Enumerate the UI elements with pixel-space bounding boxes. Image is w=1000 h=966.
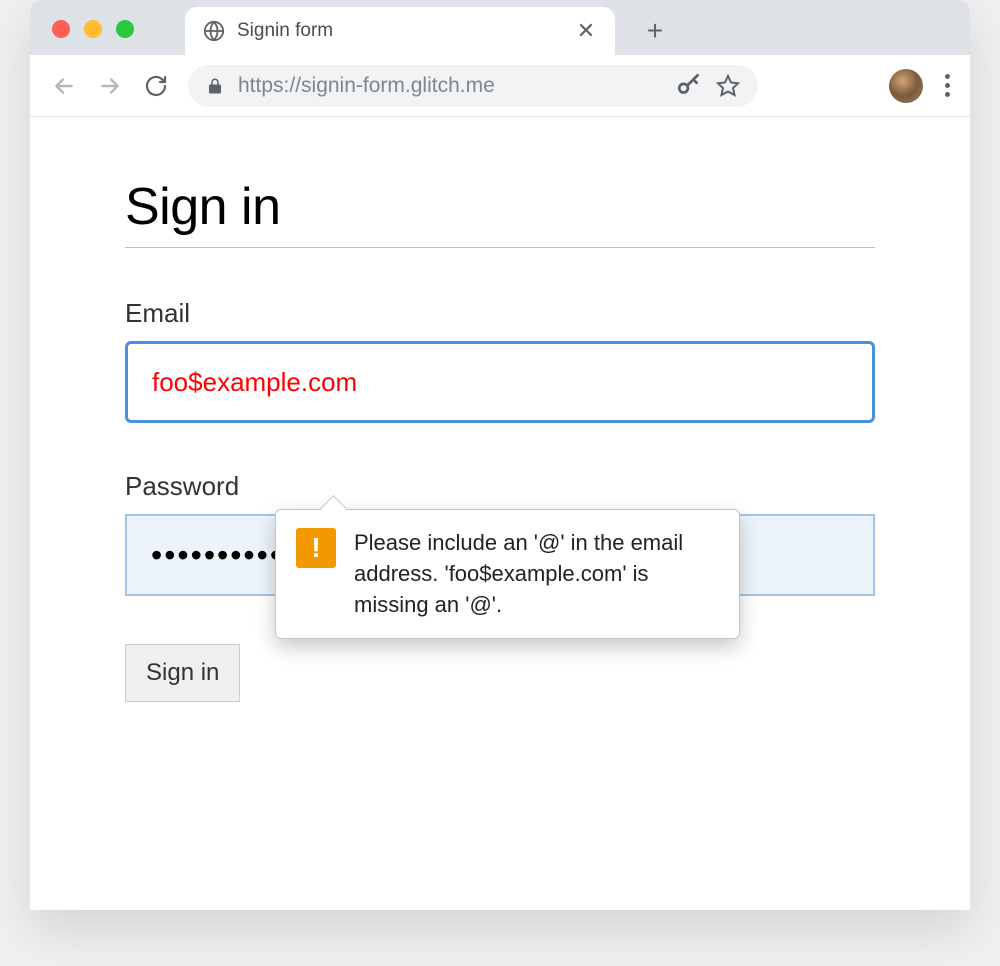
back-button[interactable] bbox=[50, 72, 78, 100]
lock-icon bbox=[206, 77, 224, 95]
reload-button[interactable] bbox=[142, 72, 170, 100]
tooltip-message: Please include an '@' in the email addre… bbox=[354, 528, 719, 620]
window-maximize-button[interactable] bbox=[116, 20, 134, 38]
browser-window: Signin form ✕ + https://signin-form.glit… bbox=[30, 0, 970, 910]
key-icon[interactable] bbox=[676, 73, 702, 99]
password-label: Password bbox=[125, 471, 875, 502]
tab-strip: Signin form ✕ + bbox=[30, 0, 970, 55]
window-minimize-button[interactable] bbox=[84, 20, 102, 38]
url-text: https://signin-form.glitch.me bbox=[238, 74, 662, 98]
window-close-button[interactable] bbox=[52, 20, 70, 38]
toolbar-right bbox=[889, 69, 950, 103]
page-content: Sign in Email Password Sign in bbox=[30, 117, 970, 762]
validation-tooltip: ! Please include an '@' in the email add… bbox=[275, 509, 740, 639]
avatar[interactable] bbox=[889, 69, 923, 103]
signin-button[interactable]: Sign in bbox=[125, 644, 240, 702]
email-label: Email bbox=[125, 298, 875, 329]
forward-button[interactable] bbox=[96, 72, 124, 100]
browser-toolbar: https://signin-form.glitch.me bbox=[30, 55, 970, 117]
address-bar[interactable]: https://signin-form.glitch.me bbox=[188, 65, 758, 107]
star-icon[interactable] bbox=[716, 74, 740, 98]
browser-tab[interactable]: Signin form ✕ bbox=[185, 7, 615, 55]
email-input[interactable] bbox=[125, 341, 875, 423]
email-field-group: Email bbox=[125, 298, 875, 423]
close-tab-icon[interactable]: ✕ bbox=[575, 20, 597, 42]
new-tab-button[interactable]: + bbox=[640, 7, 670, 55]
window-controls bbox=[52, 20, 134, 38]
warning-icon: ! bbox=[296, 528, 336, 568]
menu-button[interactable] bbox=[945, 74, 950, 97]
page-title: Sign in bbox=[125, 177, 875, 248]
globe-icon bbox=[203, 20, 225, 42]
tab-title: Signin form bbox=[237, 20, 563, 42]
